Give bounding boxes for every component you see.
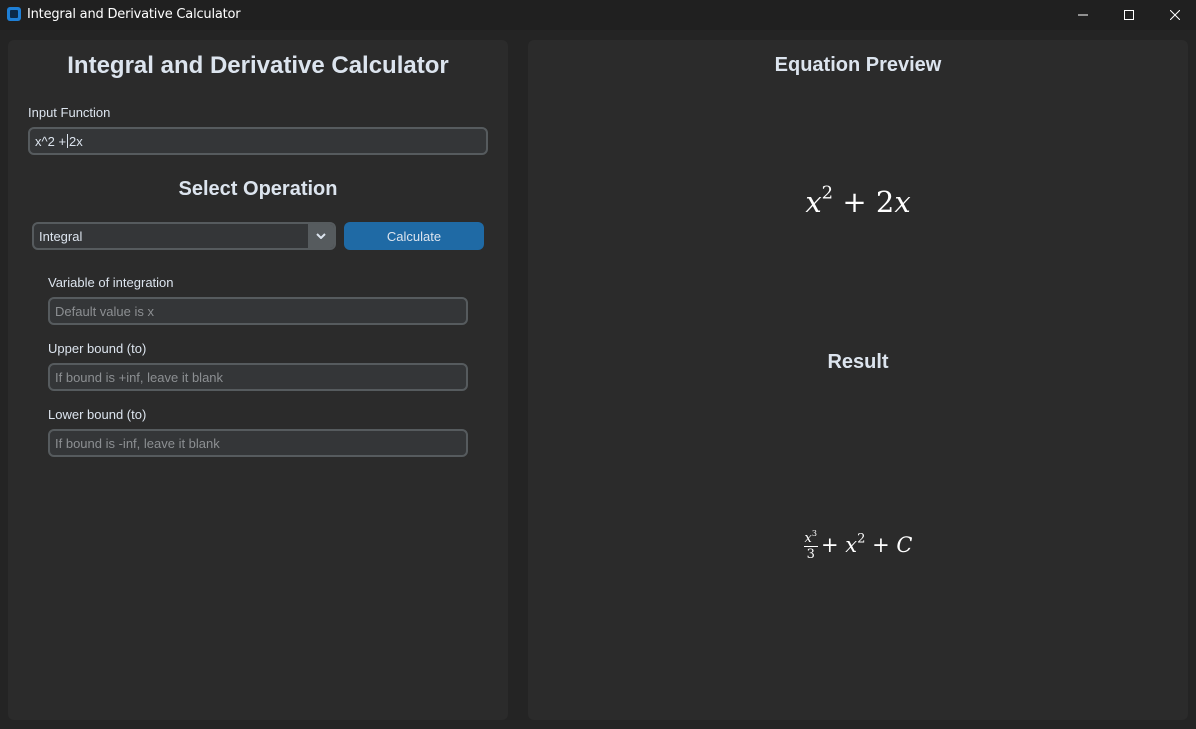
result-constant: C	[896, 533, 913, 558]
function-input[interactable]: x^2 +2x	[28, 127, 488, 155]
upper-bound-input[interactable]: If bound is +inf, leave it blank	[48, 363, 468, 391]
dropdown-toggle[interactable]	[308, 224, 334, 248]
result-var: x	[845, 533, 858, 558]
preview-plus: +	[842, 185, 867, 219]
window-title: Integral and Derivative Calculator	[27, 7, 241, 22]
variable-input[interactable]: Default value is x	[48, 297, 468, 325]
result-title: Result	[827, 351, 889, 373]
select-operation-title: Select Operation	[178, 178, 338, 200]
upper-bound-placeholder: If bound is +inf, leave it blank	[55, 369, 224, 385]
lower-bound-label: Lower bound (to)	[48, 407, 147, 422]
minimize-icon	[1078, 14, 1088, 16]
close-icon	[1170, 10, 1180, 20]
preview-coefficient: 2	[875, 185, 895, 219]
variable-placeholder: Default value is x	[55, 303, 154, 319]
close-button[interactable]	[1152, 0, 1196, 30]
preview-exponent: 2	[821, 182, 834, 204]
lower-bound-input[interactable]: If bound is -inf, leave it blank	[48, 429, 468, 457]
operation-dropdown[interactable]: Integral	[32, 222, 336, 250]
preview-var: x	[805, 185, 822, 219]
result-fraction: x3 3	[803, 528, 818, 563]
variable-label: Variable of integration	[48, 275, 174, 290]
preview-var-2: x	[894, 185, 911, 219]
upper-bound-label: Upper bound (to)	[48, 341, 147, 356]
fraction-numerator-var: x	[804, 531, 812, 546]
page-title: Integral and Derivative Calculator	[67, 52, 449, 79]
input-function-label: Input Function	[28, 105, 111, 120]
fraction-denominator: 3	[806, 547, 815, 563]
result-expression: x3 3 + x2 + C	[528, 528, 1188, 563]
equation-preview: x2 + 2x	[528, 182, 1188, 219]
maximize-button[interactable]	[1106, 0, 1152, 30]
minimize-button[interactable]	[1060, 0, 1106, 30]
title-bar: Integral and Derivative Calculator	[0, 0, 1196, 30]
app-icon	[7, 7, 21, 21]
function-input-text-before: x^2 +	[35, 133, 67, 149]
result-plus-1: +	[821, 533, 839, 558]
output-panel: Equation Preview x2 + 2x Result x3 3 + x…	[528, 40, 1188, 720]
result-plus-2: +	[872, 533, 890, 558]
operation-selected-value: Integral	[39, 229, 83, 244]
fraction-numerator-exp: 3	[811, 528, 817, 538]
result-exponent: 2	[857, 531, 866, 547]
calculate-button[interactable]: Calculate	[344, 222, 484, 250]
equation-preview-title: Equation Preview	[774, 54, 942, 76]
lower-bound-placeholder: If bound is -inf, leave it blank	[55, 435, 220, 451]
chevron-down-icon	[316, 233, 326, 239]
text-caret	[67, 134, 69, 148]
input-panel: Integral and Derivative Calculator Input…	[8, 40, 508, 720]
function-input-text-after: 2x	[69, 133, 83, 149]
maximize-icon	[1124, 10, 1134, 20]
